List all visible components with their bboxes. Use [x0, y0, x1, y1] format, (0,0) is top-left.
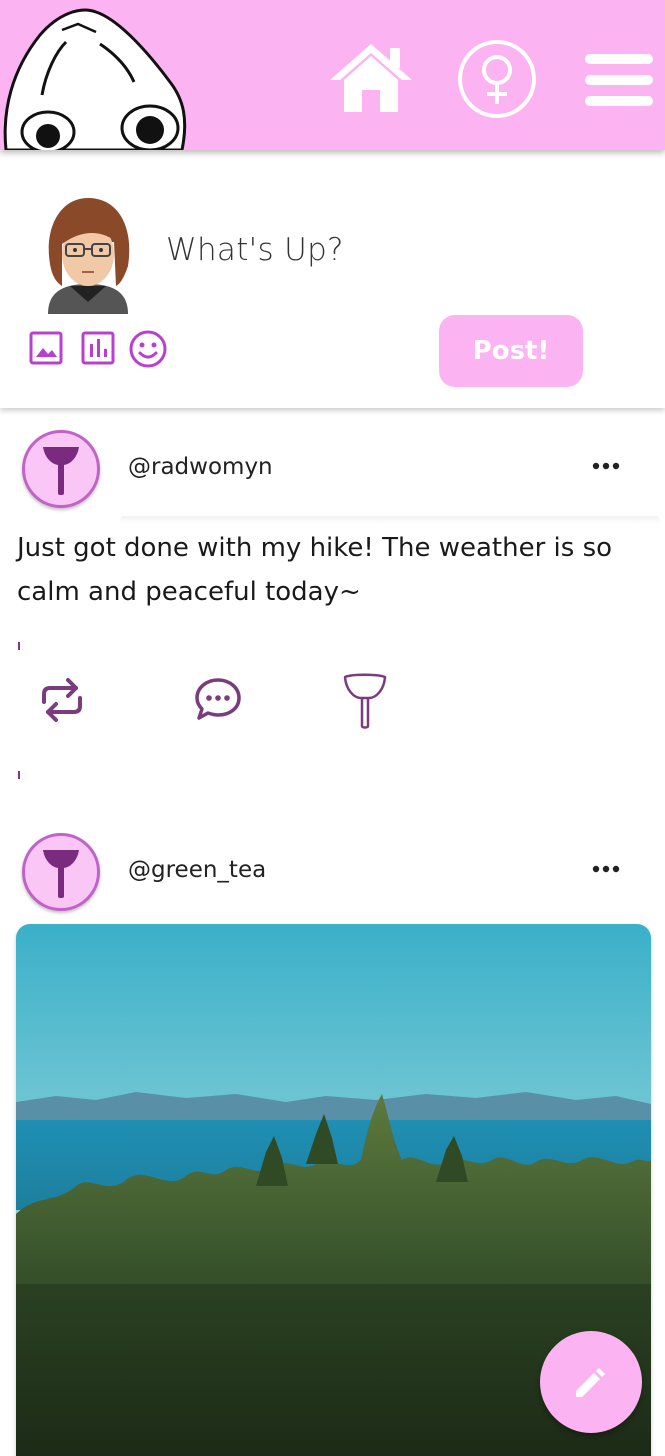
axe-icon [43, 447, 79, 495]
axe-like-icon[interactable] [342, 672, 388, 730]
post-avatar[interactable] [22, 833, 100, 911]
menu-icon[interactable] [583, 52, 655, 108]
divider-tick [18, 642, 20, 650]
user-avatar[interactable] [40, 192, 136, 316]
reply-icon[interactable] [194, 676, 242, 722]
username[interactable]: @green_tea [128, 857, 266, 883]
top-bar [0, 0, 665, 150]
emoji-icon[interactable] [128, 329, 168, 369]
poll-icon[interactable] [80, 330, 116, 366]
post-header: @green_tea [0, 833, 665, 933]
axe-icon [43, 850, 79, 898]
home-icon[interactable] [328, 40, 414, 114]
divider-tick [18, 771, 20, 779]
compose-prompt[interactable]: What's Up? [166, 232, 344, 268]
post-text: Just got done with my hike! The weather … [17, 533, 613, 607]
venus-icon[interactable] [456, 38, 538, 120]
post-button[interactable]: Post! [439, 315, 583, 387]
ghost-mascot-logo[interactable] [0, 0, 200, 150]
divider [120, 516, 660, 524]
repost-icon[interactable] [36, 676, 88, 724]
compose-card: What's Up? Post! [0, 152, 665, 408]
pencil-icon [576, 1368, 605, 1397]
username[interactable]: @radwomyn [128, 454, 273, 480]
post-avatar[interactable] [22, 430, 100, 508]
post-header: @radwomyn [0, 430, 665, 530]
image-icon[interactable] [28, 330, 64, 366]
more-options-icon[interactable] [590, 460, 622, 472]
compose-fab-button[interactable] [540, 1331, 642, 1433]
more-options-icon[interactable] [590, 863, 622, 875]
